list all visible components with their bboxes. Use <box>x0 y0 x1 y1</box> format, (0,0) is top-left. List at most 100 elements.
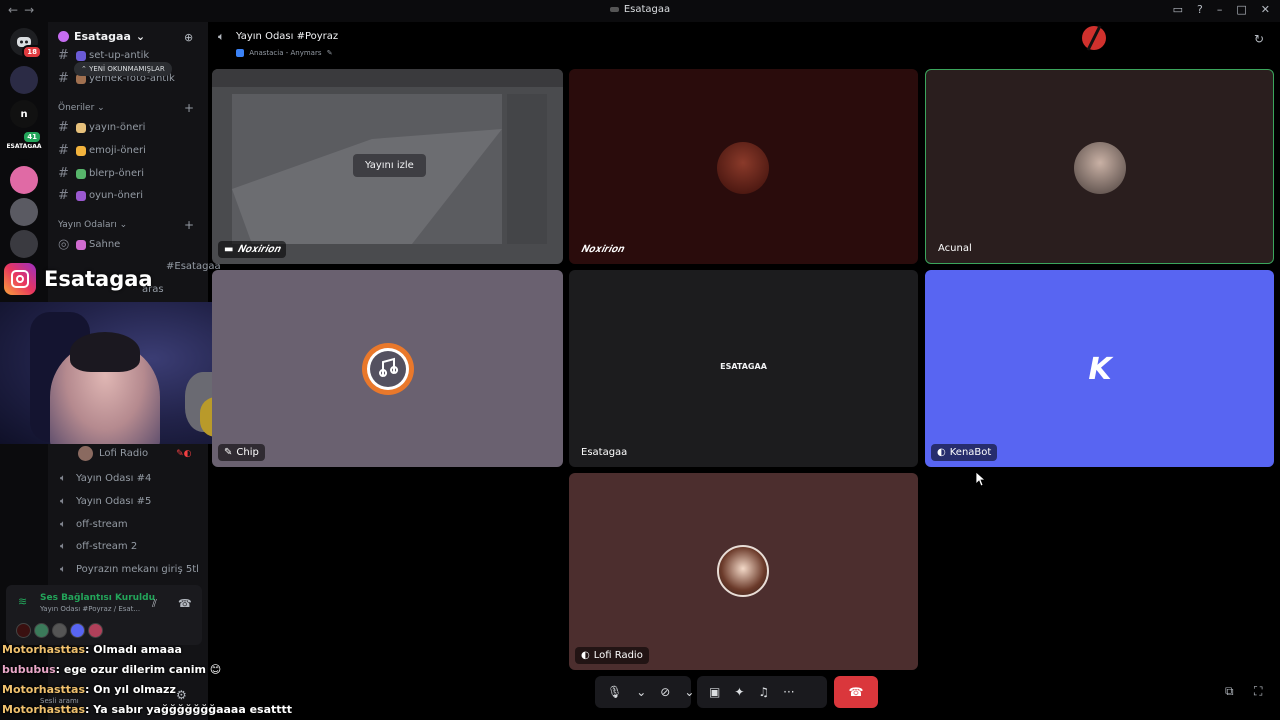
server-header[interactable]: Esatagaa ⌄ <box>58 30 145 43</box>
avatar[interactable] <box>70 623 85 638</box>
tile-label: ◐ KenaBot <box>931 444 998 461</box>
voice-connected-status[interactable]: Ses Bağlantısı Kuruldu <box>40 593 155 603</box>
channel-label: emoji-öneri <box>89 145 146 156</box>
add-member-icon[interactable]: ⊕ <box>184 31 196 44</box>
channel-label: yayın-öneri <box>89 122 146 133</box>
speaker-icon: 🔈︎ <box>60 541 66 552</box>
edit-pencil-icon[interactable]: ✎ <box>327 49 333 57</box>
voice-member-lofi[interactable]: Lofi Radio ✎◐ <box>78 446 192 461</box>
popout-icon[interactable]: ⧉ <box>1225 684 1234 699</box>
minimize-icon[interactable]: – <box>1217 3 1223 16</box>
add-channel-icon[interactable]: + <box>184 101 194 115</box>
disconnect-icon[interactable]: ☎ <box>178 597 192 610</box>
avatar <box>717 142 769 194</box>
channel-item[interactable]: # set-up-antik <box>58 48 149 63</box>
channel-item[interactable]: # emoji-öneri <box>58 143 146 158</box>
tile-name: KenaBot <box>949 447 992 458</box>
server-esatagaa-icon[interactable]: ESATAGAA 41 <box>6 130 42 160</box>
fullscreen-icon[interactable]: ⛶ <box>1254 684 1262 699</box>
close-icon[interactable]: ✕ <box>1261 3 1270 16</box>
voice-channel[interactable]: 🔈︎ Poyrazın mekanı giriş 5tl <box>60 564 199 575</box>
more-icon[interactable]: ··· <box>783 685 794 699</box>
channel-emoji-icon <box>76 122 86 133</box>
watch-stream-button[interactable]: Yayını izle <box>353 154 426 177</box>
category-stream-rooms[interactable]: Yayın Odaları ⌄ <box>58 220 127 230</box>
tile-label: ✎ Chip <box>218 444 265 461</box>
channel-label: oyun-öneri <box>89 190 144 201</box>
voice-channel[interactable]: 🔈︎ Yayın Odası #5 <box>60 496 151 507</box>
kenabot-logo-icon: K <box>1088 352 1112 387</box>
webcam-hair <box>70 332 140 372</box>
chevron-up-icon: ⌃ <box>81 65 90 73</box>
server-gray-icon[interactable] <box>10 198 38 226</box>
participant-tile-lofi[interactable]: ◐ Lofi Radio <box>569 473 918 670</box>
screen-share-icon[interactable]: ▣ <box>709 685 720 699</box>
channel-label: Yayın Odası #5 <box>76 496 152 507</box>
hash-icon: # <box>58 143 69 158</box>
chat-line: bububus: ege ozur dilerim canim 😊 <box>2 663 221 676</box>
channel-item[interactable]: # yayın-öneri <box>58 120 145 135</box>
hangup-button[interactable]: ☎ <box>834 676 878 708</box>
maximize-icon[interactable]: □ <box>1236 3 1246 16</box>
category-label: Yayın Odaları <box>58 220 117 230</box>
inbox-icon[interactable]: ▭ <box>1173 3 1183 16</box>
screen-share-icon: ▬ <box>224 244 234 255</box>
avatar[interactable] <box>52 623 67 638</box>
tile-name: Esatagaa <box>581 447 628 458</box>
server-badge: 41 <box>22 130 42 144</box>
hash-icon: # <box>58 71 69 86</box>
category-label: Öneriler <box>58 103 95 113</box>
voice-member-avatars <box>16 623 103 638</box>
avatar[interactable] <box>16 623 31 638</box>
voice-channel[interactable]: 🔈︎ off-stream 2 <box>60 541 137 552</box>
channel-item[interactable]: # oyun-öneri <box>58 188 143 203</box>
server-flower-icon <box>58 31 69 42</box>
server-folder-icon[interactable] <box>10 66 38 94</box>
server-n-icon[interactable]: n <box>10 100 38 128</box>
server-n-label: n <box>20 108 28 120</box>
participant-tile-acunal[interactable]: Acunal <box>925 69 1274 264</box>
chevron-down-icon[interactable]: ⌄ <box>684 685 694 699</box>
stream-tile[interactable]: Yayını izle ▬ 𝑵𝒐𝒙𝒊𝒓𝒊𝒐𝒏 <box>212 69 563 264</box>
refresh-icon[interactable]: ↻ <box>1254 32 1264 46</box>
add-channel-icon[interactable]: + <box>184 218 194 232</box>
camera-off-icon[interactable]: ⊘ <box>660 685 670 699</box>
voice-channel[interactable]: 🔈︎ off-stream <box>60 519 128 530</box>
settings-gear-icon[interactable]: ⚙ <box>176 688 187 702</box>
channel-label: set-up-antik <box>89 50 150 61</box>
tile-label: Acunal <box>932 240 978 257</box>
voice-channel[interactable]: 🔈︎ Yayın Odası #4 <box>60 473 151 484</box>
speaker-icon: 🔈︎ <box>60 519 66 530</box>
tile-label: ◐ Lofi Radio <box>575 647 649 664</box>
channel-item[interactable]: # blerp-öneri <box>58 166 144 181</box>
chevron-down-icon[interactable]: ⌄ <box>636 685 646 699</box>
avatar <box>717 545 769 597</box>
soundboard-icon[interactable]: ♫ <box>758 685 769 699</box>
new-unreads-pill[interactable]: ⌃ YENİ OKUNMAMIŞLAR <box>74 62 172 76</box>
microphone-icon[interactable]: 🎙︎ <box>607 685 622 699</box>
hash-icon: # <box>58 166 69 181</box>
stage-channel[interactable]: ◎ Sahne <box>58 237 120 252</box>
chat-line: Motorhasttas: Ya sabır yağğğğğğğaaaa esa… <box>2 703 292 716</box>
help-icon[interactable]: ? <box>1197 3 1203 16</box>
chat-user: bububus <box>2 663 56 676</box>
server-anime-icon[interactable] <box>10 166 38 194</box>
server-x-icon[interactable] <box>10 230 38 258</box>
noise-suppression-icon[interactable]: ⫽ <box>152 597 157 611</box>
category-suggestions[interactable]: Öneriler ⌄ <box>58 103 105 113</box>
window-title: Esatagaa <box>0 4 1280 15</box>
dm-home-icon[interactable]: 18 <box>10 28 42 59</box>
participant-tile-kenabot[interactable]: K ◐ KenaBot <box>925 270 1274 467</box>
participant-tile-chip[interactable]: ✎ Chip <box>212 270 563 467</box>
hash-icon: # <box>58 188 69 203</box>
channel-label: Poyrazın mekanı giriş 5tl <box>76 564 199 575</box>
avatar[interactable] <box>34 623 49 638</box>
hash-icon: # <box>58 120 69 135</box>
tile-label: ▬ 𝑵𝒐𝒙𝒊𝒓𝒊𝒐𝒏 <box>218 241 286 258</box>
activities-icon[interactable]: ✦ <box>734 685 744 699</box>
channel-label: blerp-öneri <box>89 168 145 179</box>
participant-tile-esatagaa[interactable]: ESATAGAA Esatagaa <box>569 270 918 467</box>
participant-tile-noxirion[interactable]: 𝑵𝒐𝒙𝒊𝒓𝒊𝒐𝒏 <box>569 69 918 264</box>
chat-user: Motorhasttas <box>2 643 86 656</box>
avatar[interactable] <box>88 623 103 638</box>
